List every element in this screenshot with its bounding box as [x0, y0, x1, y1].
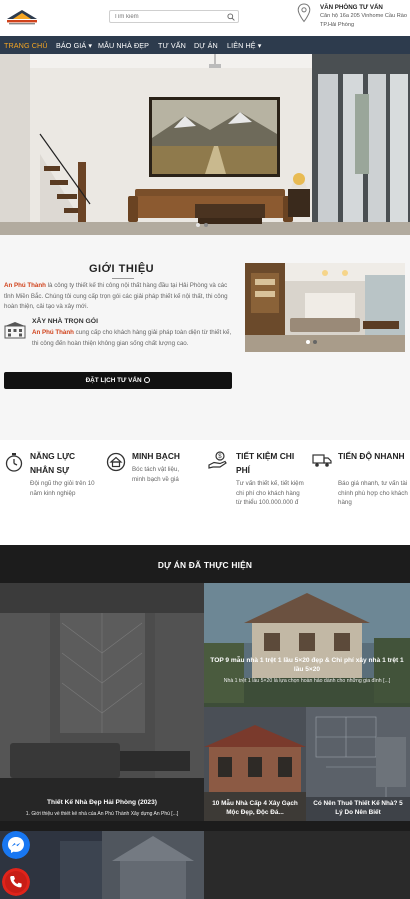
intro-section: GIỚI THIỆU An Phú Thành là công ty thiết…: [0, 235, 410, 440]
intro-slide-dot[interactable]: [313, 340, 317, 344]
project-tile-image: [0, 583, 204, 821]
nav-pricing[interactable]: BÁO GIÁ ▾: [56, 41, 92, 50]
feature-title: TIẾN ĐỘ NHANH: [338, 451, 405, 461]
search-icon[interactable]: [227, 13, 235, 21]
book-consultation-button[interactable]: ĐẶT LỊCH TƯ VẤN: [4, 372, 232, 389]
nav-contact[interactable]: LIÊN HỆ ▾: [227, 41, 261, 50]
hero-slider[interactable]: [0, 54, 410, 235]
stopwatch-icon: [5, 453, 23, 472]
intro-interior-image: [245, 263, 405, 352]
project-title[interactable]: Có Nên Thuê Thiết Kế Nhà? 5 Lý Do Nên Bi…: [310, 799, 406, 817]
feature-description: Đội ngũ thợ giỏi trên 10 năm kinh nghiệp: [30, 480, 95, 497]
shield-house-icon: [106, 452, 126, 472]
nav-consulting[interactable]: TƯ VẤN: [158, 41, 186, 50]
phone-call-button[interactable]: [2, 868, 30, 896]
project-tile[interactable]: TOP 9 mẫu nhà 1 trệt 1 lầu 5×20 đẹp & Ch…: [204, 583, 410, 707]
hero-slide-dot[interactable]: [196, 223, 200, 227]
search-box[interactable]: [109, 10, 239, 23]
feature-title: TIẾT KIỆM CHI PHÍ: [236, 451, 295, 475]
main-navigation: TRANG CHỦ BÁO GIÁ ▾ MẪU NHÀ ĐẸP TƯ VẤN D…: [0, 36, 410, 54]
project-tile[interactable]: 10 Mẫu Nhà Cấp 4 Xây Gạch Mộc Đẹp, Độc Đ…: [204, 707, 306, 821]
project-tile-image: [204, 583, 410, 707]
nav-house-designs[interactable]: MẪU NHÀ ĐẸP: [98, 41, 149, 50]
turnkey-subtitle: XÂY NHÀ TRỌN GÓI: [32, 318, 98, 325]
feature-description: Báo giá nhanh, tư vấn tài chính phù hợp …: [338, 480, 408, 506]
project-title[interactable]: Thiết Kế Nhà Đẹp Hải Phòng (2023): [4, 799, 200, 806]
nav-projects[interactable]: DỰ ÁN: [194, 41, 218, 50]
projects-section: DỰ ÁN ĐÃ THỰC HIỆN Thiết Kế Nhà Đẹp Hải …: [0, 545, 410, 899]
location-pin-icon: [297, 3, 311, 23]
building-icon: [4, 322, 26, 339]
site-header: VĂN PHÒNG TƯ VẤN Căn hộ 16a 205 Vinhome …: [0, 0, 410, 36]
feature-title: NĂNG LỰC NHÂN SỰ: [30, 451, 76, 475]
office-address: Căn hộ 16a 205 Vinhome Cầu Rào TP.Hải Ph…: [320, 13, 407, 28]
money-hand-icon: $: [208, 451, 227, 469]
projects-title: DỰ ÁN ĐÃ THỰC HIỆN: [157, 560, 253, 570]
an-phu-thanh-logo[interactable]: [5, 8, 39, 26]
office-title: VĂN PHÒNG TƯ VẤN: [320, 4, 383, 11]
nav-home[interactable]: TRANG CHỦ: [4, 41, 48, 50]
search-input[interactable]: [114, 12, 224, 22]
project-tile[interactable]: Thiết Kế Nhà Đẹp Hải Phòng (2023) 1. Giớ…: [0, 583, 204, 821]
project-title[interactable]: 10 Mẫu Nhà Cấp 4 Xây Gạch Mộc Đẹp, Độc Đ…: [208, 799, 302, 817]
intro-title: GIỚI THIỆU: [89, 263, 155, 275]
project-title[interactable]: TOP 9 mẫu nhà 1 trệt 1 lầu 5×20 đẹp & Ch…: [210, 656, 404, 674]
intro-title-underline: [112, 278, 134, 279]
project-tile[interactable]: [102, 831, 204, 899]
feature-description: Bóc tách vật liệu, minh bạch về giá: [132, 466, 180, 483]
feature-title: MINH BẠCH: [132, 451, 180, 461]
hero-living-room-image: [0, 54, 410, 235]
project-tile-image: [102, 831, 204, 899]
hero-slide-dot[interactable]: [204, 223, 208, 227]
company-name: An Phú Thành: [32, 329, 74, 336]
project-excerpt: Nhà 1 trệt 1 lầu 5×20 là lựa chọn hoàn h…: [223, 678, 391, 684]
features-section: NĂNG LỰC NHÂN SỰ Đội ngũ thợ giỏi trên 1…: [0, 440, 410, 545]
intro-slide-dot[interactable]: [306, 340, 310, 344]
truck-icon: [312, 454, 332, 467]
project-tile-image: [204, 831, 410, 899]
clock-icon: [144, 377, 151, 383]
messenger-button[interactable]: [2, 831, 30, 859]
project-tile[interactable]: [204, 831, 410, 899]
feature-description: Tư vấn thiết kế, tiết kiệm chi phí cho k…: [236, 480, 304, 506]
turnkey-paragraph: An Phú Thành cung cấp cho khách hàng giả…: [32, 329, 232, 347]
project-tile[interactable]: Có Nên Thuê Thiết Kế Nhà? 5 Lý Do Nên Bi…: [306, 707, 410, 821]
project-excerpt: 1. Giới thiệu về thiết kế nhà của An Phú…: [25, 811, 179, 817]
intro-paragraph: An Phú Thành là công ty thiết kế thi côn…: [4, 282, 228, 310]
company-name: An Phú Thành: [4, 282, 46, 289]
